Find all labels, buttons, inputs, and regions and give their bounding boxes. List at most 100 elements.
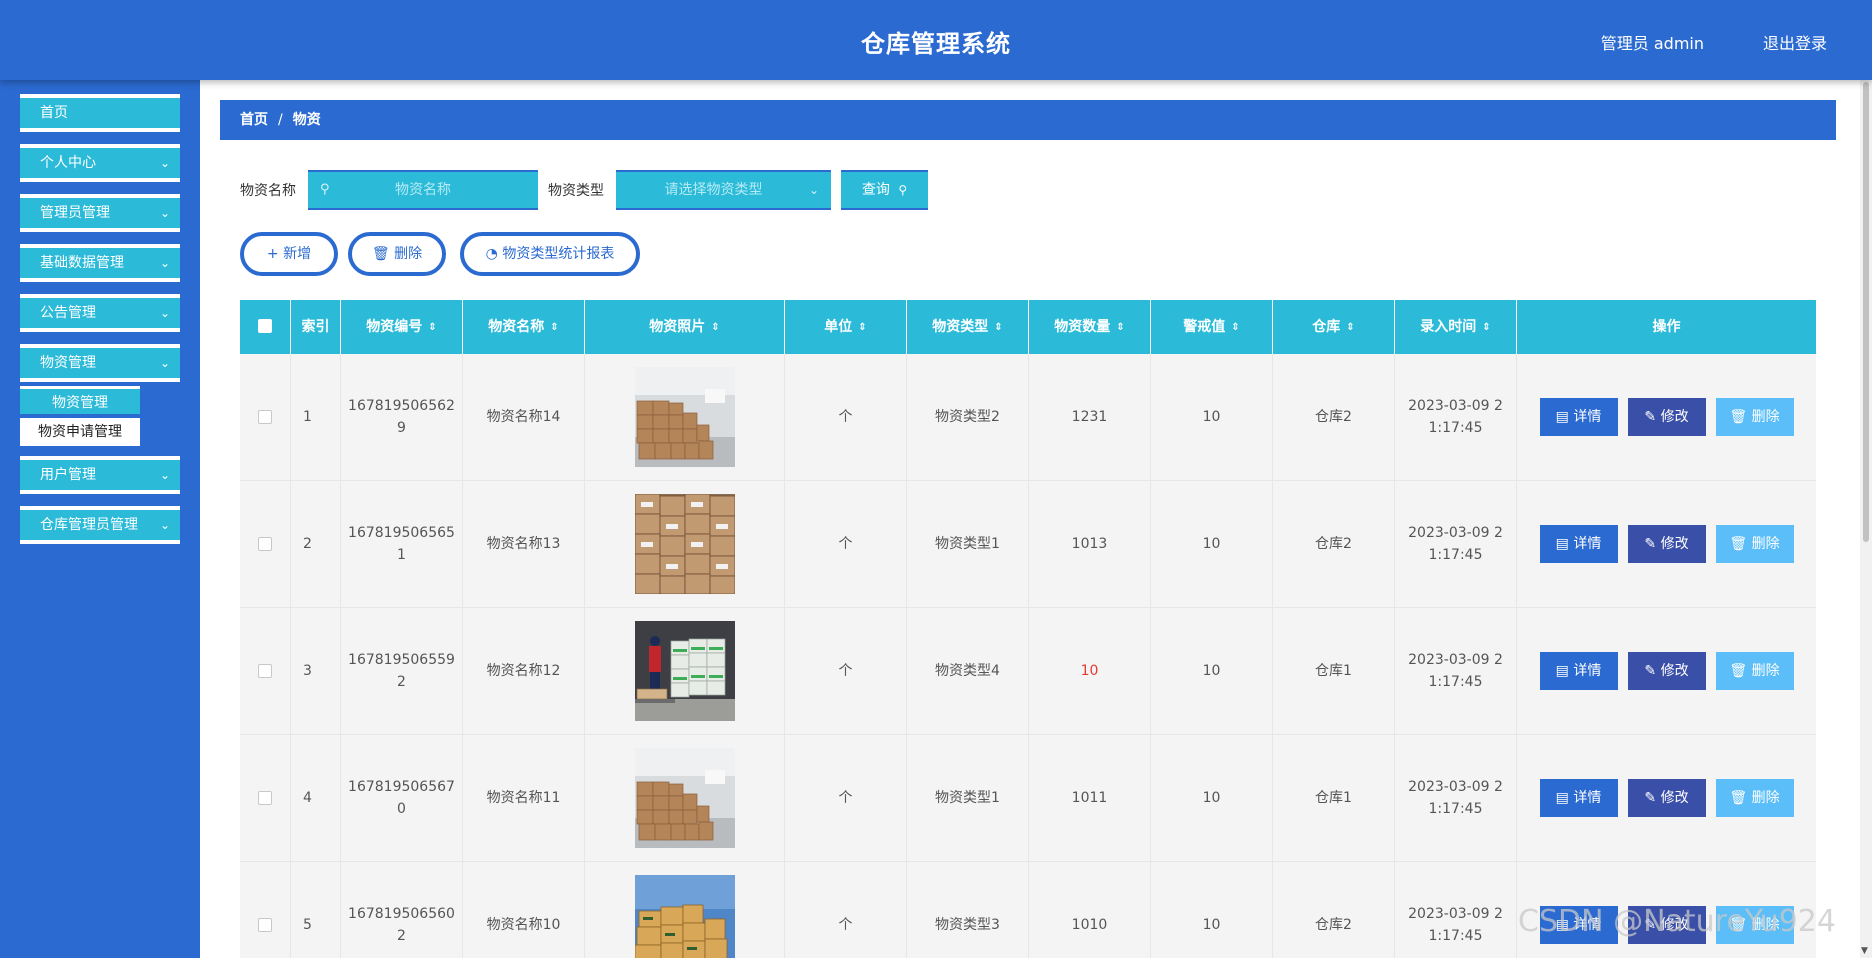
edit-button[interactable]: ✎ 修改	[1627, 779, 1706, 817]
bulk-delete-button[interactable]: 🗑 删除	[348, 232, 446, 276]
sort-icon[interactable]: ⇕	[1346, 322, 1354, 333]
code-text: 9	[397, 420, 406, 436]
cell-type: 物资类型1	[906, 481, 1028, 607]
cell-photo	[584, 735, 784, 861]
time-text: 2023-03-09 2	[1408, 652, 1503, 668]
cell-code: 167819506560 2	[340, 862, 462, 958]
time-text: 2023-03-09 2	[1408, 525, 1503, 541]
vertical-scrollbar[interactable]: ▼	[1860, 80, 1872, 958]
sort-icon[interactable]: ⇕	[1231, 322, 1239, 333]
sort-icon[interactable]: ⇕	[428, 322, 436, 333]
breadcrumb-home[interactable]: 首页	[240, 112, 268, 128]
row-checkbox[interactable]	[258, 664, 272, 678]
cell-unit: 个	[784, 735, 906, 861]
delete-button[interactable]: 🗑 删除	[1715, 525, 1794, 563]
sort-icon[interactable]: ⇕	[858, 322, 866, 333]
sort-icon[interactable]: ⇕	[994, 322, 1002, 333]
edit-button[interactable]: ✎ 修改	[1627, 652, 1706, 690]
unit-text: 个	[838, 409, 853, 425]
row-checkbox[interactable]	[258, 537, 272, 551]
warehouse-text: 仓库2	[1315, 409, 1352, 425]
add-button[interactable]: + 新增	[240, 232, 338, 276]
cell-actions: ▤ 详情 ✎ 修改 🗑 删除	[1516, 608, 1816, 734]
sidebar-item-label: 个人中心	[40, 155, 96, 171]
delete-button[interactable]: 🗑 删除	[1715, 652, 1794, 690]
sidebar-item-personal-center[interactable]: 个人中心 ⌄	[20, 144, 180, 182]
cell-time: 2023-03-09 2 1:17:45	[1394, 735, 1516, 861]
select-all-checkbox[interactable]	[240, 300, 290, 354]
scroll-down-arrow-icon[interactable]: ▼	[1861, 946, 1868, 956]
row-checkbox[interactable]	[258, 791, 272, 805]
cell-name: 物资名称14	[462, 354, 584, 480]
header-text: 录入时间	[1420, 319, 1477, 335]
query-button[interactable]: 查询 ⚲	[841, 170, 928, 210]
chevron-down-icon: ⌄	[159, 206, 170, 220]
cell-quantity: 10	[1028, 608, 1150, 734]
col-name[interactable]: 物资名称 ⇕	[462, 300, 584, 354]
col-type[interactable]: 物资类型 ⇕	[906, 300, 1028, 354]
sidebar-item-materials[interactable]: 物资管理 ⌄	[20, 344, 180, 382]
material-photo	[634, 875, 735, 958]
cell-unit: 个	[784, 862, 906, 958]
cell-name: 物资名称10	[462, 862, 584, 958]
edit-button[interactable]: ✎ 修改	[1627, 525, 1706, 563]
code-text: 167819506565	[348, 525, 455, 541]
scrollbar-thumb[interactable]	[1863, 82, 1869, 542]
chevron-down-icon: ⌄	[159, 256, 170, 270]
submenu-item-materials[interactable]: 物资管理	[20, 386, 140, 414]
sort-icon[interactable]: ⇕	[1116, 322, 1124, 333]
sidebar-item-notices[interactable]: 公告管理 ⌄	[20, 294, 180, 332]
sidebar-item-users[interactable]: 用户管理 ⌄	[20, 456, 180, 494]
sort-icon[interactable]: ⇕	[1482, 322, 1490, 333]
col-time[interactable]: 录入时间 ⇕	[1394, 300, 1516, 354]
document-icon: ▤	[1555, 409, 1569, 425]
material-name-placeholder: 物资名称	[395, 182, 451, 198]
row-checkbox[interactable]	[258, 410, 272, 424]
edit-label: 修改	[1660, 536, 1689, 552]
sidebar-item-warehouse-admins[interactable]: 仓库管理员管理 ⌄	[20, 506, 180, 544]
type-text: 物资类型1	[935, 536, 1000, 552]
detail-button[interactable]: ▤ 详情	[1539, 525, 1618, 563]
cell-name: 物资名称13	[462, 481, 584, 607]
pie-chart-icon: ◔	[485, 246, 498, 262]
index-text: 5	[303, 917, 312, 933]
index-text: 3	[303, 663, 312, 679]
sidebar-item-admin-management[interactable]: 管理员管理 ⌄	[20, 194, 180, 232]
col-warning[interactable]: 警戒值 ⇕	[1150, 300, 1272, 354]
type-report-label: 物资类型统计报表	[502, 246, 615, 262]
detail-button[interactable]: ▤ 详情	[1539, 779, 1618, 817]
detail-button[interactable]: ▤ 详情	[1539, 652, 1618, 690]
col-unit[interactable]: 单位 ⇕	[784, 300, 906, 354]
sidebar-item-label: 仓库管理员管理	[40, 517, 138, 533]
sort-icon[interactable]: ⇕	[550, 322, 558, 333]
cell-select	[240, 481, 290, 607]
search-icon: ⚲	[898, 183, 908, 197]
sidebar-item-home[interactable]: 首页	[20, 94, 180, 132]
col-quantity[interactable]: 物资数量 ⇕	[1028, 300, 1150, 354]
edit-label: 修改	[1660, 790, 1689, 806]
sort-icon[interactable]: ⇕	[711, 322, 719, 333]
material-photo	[634, 494, 735, 594]
header-text: 物资类型	[932, 319, 989, 335]
cell-actions: ▤ 详情 ✎ 修改 🗑 删除	[1516, 481, 1816, 607]
delete-button[interactable]: 🗑 删除	[1715, 398, 1794, 436]
type-report-button[interactable]: ◔ 物资类型统计报表	[460, 232, 640, 276]
quantity-text: 1013	[1071, 536, 1108, 552]
row-checkbox[interactable]	[258, 918, 272, 932]
material-type-select[interactable]: 请选择物资类型 ⌄	[616, 170, 831, 210]
detail-button[interactable]: ▤ 详情	[1539, 398, 1618, 436]
col-warehouse[interactable]: 仓库 ⇕	[1272, 300, 1394, 354]
sidebar-item-base-data[interactable]: 基础数据管理 ⌄	[20, 244, 180, 282]
header-text: 物资数量	[1054, 319, 1111, 335]
material-name-input[interactable]: ⚲ 物资名称	[308, 170, 538, 210]
submenu-item-material-requests[interactable]: 物资申请管理	[20, 418, 140, 446]
col-code[interactable]: 物资编号 ⇕	[340, 300, 462, 354]
delete-button[interactable]: 🗑 删除	[1715, 779, 1794, 817]
code-text: 1	[397, 547, 406, 563]
edit-button[interactable]: ✎ 修改	[1627, 398, 1706, 436]
material-photo	[634, 367, 735, 467]
col-photo[interactable]: 物资照片 ⇕	[584, 300, 784, 354]
delete-label: 删除	[1751, 409, 1780, 425]
logout-link[interactable]: 退出登录	[1763, 30, 1827, 54]
trash-icon: 🗑	[1729, 536, 1748, 552]
